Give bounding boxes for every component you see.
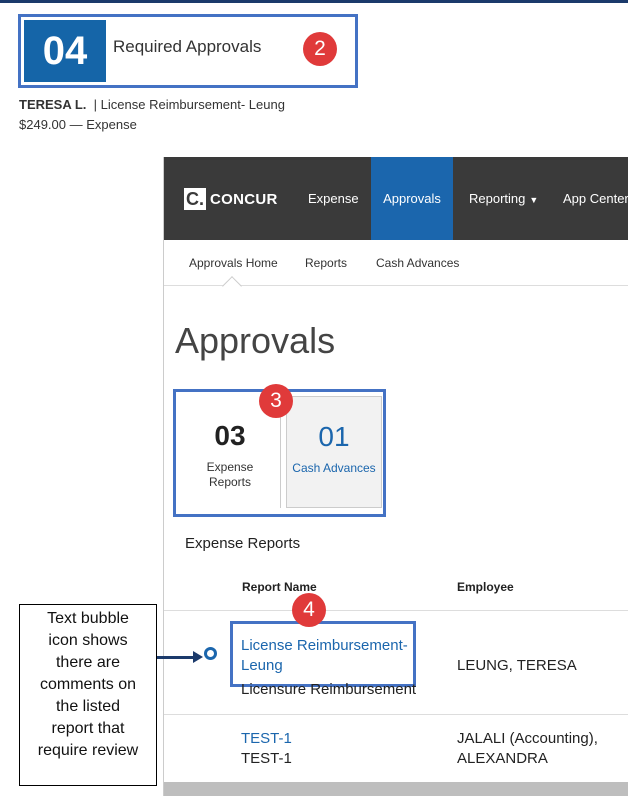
nav-approvals[interactable]: Approvals [371, 157, 453, 240]
employee-name-line1: JALALI (Accounting), [457, 730, 598, 747]
subnav-reports[interactable]: Reports [305, 256, 347, 270]
approvals-count: 04 [24, 20, 106, 82]
row-divider [164, 610, 628, 611]
callout-line: there are [55, 654, 121, 671]
report-subtitle: TEST-1 [241, 750, 292, 767]
expense-reports-label-line2: Reports [208, 475, 252, 489]
chevron-down-icon: ▼ [529, 195, 539, 205]
torn-edge [164, 782, 628, 796]
concur-logo-mark: C. [184, 188, 206, 210]
callout-line: report that [51, 720, 125, 737]
concur-logo[interactable]: C. CONCUR [184, 187, 278, 211]
report-link-line1: License Reimbursement- [241, 637, 408, 654]
column-header-employee[interactable]: Employee [457, 580, 514, 594]
report-link-test1[interactable]: TEST-1 [241, 730, 292, 747]
employee-name: LEUNG, TERESA [457, 657, 577, 674]
report-subtitle: Licensure Reimbursement [241, 681, 417, 698]
nav-app-center[interactable]: App Center [563, 157, 628, 240]
concur-logo-text: CONCUR [210, 190, 278, 208]
employee-name: JALALI (Accounting), ALEXANDRA [457, 729, 598, 769]
cash-advances-count: 01 [318, 421, 350, 452]
nav-reporting[interactable]: Reporting ▼ [469, 157, 538, 240]
callout-line: require review [37, 742, 139, 759]
report-link-license[interactable]: License Reimbursement- Leung [241, 636, 416, 676]
nav-reporting-label: Reporting [469, 191, 526, 206]
tile-amount: $249.00 — Expense [19, 117, 137, 132]
comment-bubble-icon[interactable] [204, 647, 217, 660]
callout-arrow [157, 656, 197, 659]
tile-employee: TERESA L. [19, 97, 87, 112]
annotation-callout: Text bubble icon shows there are comment… [19, 604, 157, 786]
step-badge-2: 2 [303, 32, 337, 66]
section-title: Expense Reports [185, 535, 301, 552]
callout-line: the listed [55, 698, 121, 715]
step-badge-4: 4 [292, 593, 326, 627]
report-link-line2: Leung [241, 657, 283, 674]
tile-separator: | [93, 97, 98, 112]
expense-reports-label-line1: Expense [206, 460, 254, 474]
tile-report-name: License Reimbursement- Leung [100, 97, 285, 112]
step-badge-3: 3 [259, 384, 293, 418]
expense-reports-count: 03 [214, 420, 246, 451]
top-rule [0, 0, 628, 3]
cash-advances-tile[interactable]: 01 Cash Advances [286, 396, 382, 508]
arrow-head-icon [193, 651, 203, 663]
concur-app-panel: C. CONCUR Expense Approvals Reporting ▼ A… [163, 157, 628, 796]
row-divider [164, 714, 628, 715]
subnav-cash-advances[interactable]: Cash Advances [376, 256, 459, 270]
callout-line: icon shows [48, 632, 128, 649]
top-navbar: C. CONCUR Expense Approvals Reporting ▼ A… [164, 157, 628, 240]
expense-reports-label: Expense Reports [180, 460, 280, 490]
callout-line: Text bubble [47, 610, 129, 627]
callout-line: comments on [39, 676, 137, 693]
tile-report-line[interactable]: TERESA L. | License Reimbursement- Leung [19, 97, 285, 112]
subnav-approvals-home[interactable]: Approvals Home [189, 256, 278, 270]
employee-name-line2: ALEXANDRA [457, 750, 548, 767]
column-header-report-name[interactable]: Report Name [242, 580, 317, 594]
nav-expense[interactable]: Expense [308, 157, 359, 240]
page-title: Approvals [175, 320, 336, 361]
cash-advances-label: Cash Advances [292, 461, 376, 475]
tile-title: Required Approvals [113, 37, 262, 56]
